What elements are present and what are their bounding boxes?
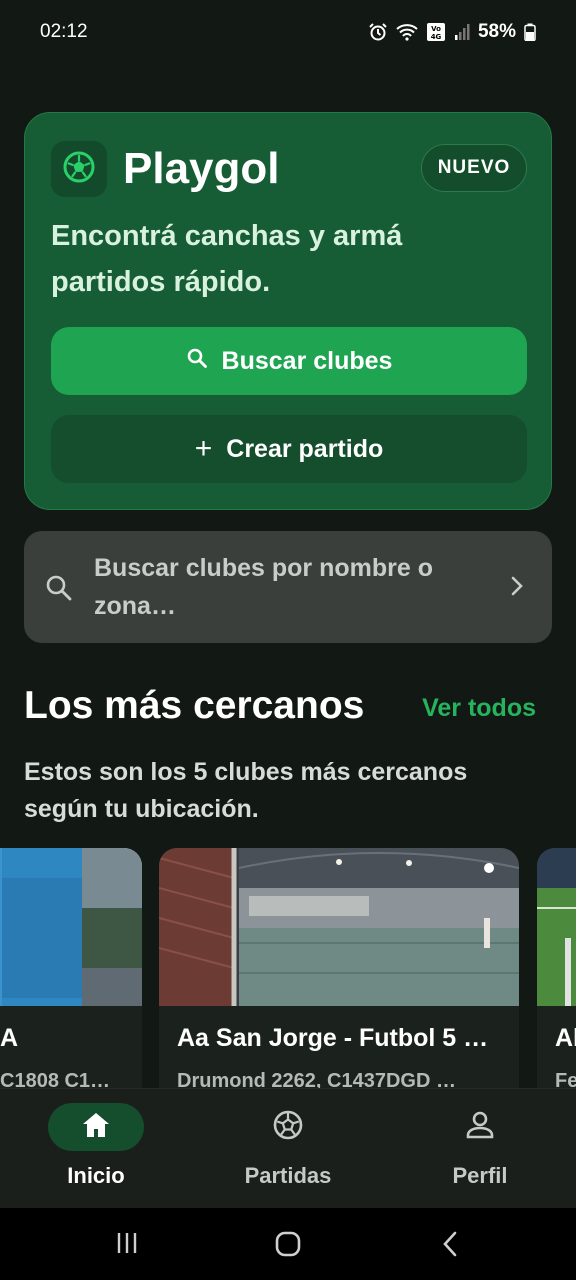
back-icon[interactable] [440,1230,460,1263]
status-icons: Vo 4G 58% [368,21,536,43]
section-subtitle: Estos son los 5 clubes más cercanos segú… [24,758,468,823]
nav-label-partidas: Partidas [244,1163,332,1188]
plus-icon: + [194,432,213,465]
nav-item-partidas[interactable]: Partidas [192,1103,384,1203]
search-icon [44,573,74,608]
new-badge: NUEVO [421,144,527,192]
system-navigation-bar [0,1208,576,1280]
nav-icon-wrapper [432,1103,528,1151]
person-icon [465,1110,495,1145]
club-address: Drumond 2262, C1437DGD … [177,1070,456,1088]
volte-icon: Vo 4G [426,22,446,42]
nav-label-perfil: Perfil [452,1163,508,1188]
svg-text:Vo: Vo [431,25,441,33]
nav-item-perfil[interactable]: Perfil [384,1103,576,1203]
chevron-right-icon [510,575,524,602]
search-clubs-button[interactable]: Buscar clubes [51,327,527,395]
section-title: Los más cercanos [24,684,365,727]
club-address: Fe [555,1070,576,1088]
hero-card: Playgol NUEVO Encontrá canchas y armá pa… [24,112,552,510]
club-card[interactable]: Aa San Jorge - Futbol 5 … Drumond 2262, … [159,848,519,1088]
nav-label-inicio: Inicio [67,1163,125,1188]
home-button-icon[interactable] [274,1230,302,1263]
status-time: 02:12 [40,21,88,42]
recent-apps-icon[interactable] [114,1230,140,1261]
home-icon [81,1111,111,1144]
soccer-ball-icon [272,1109,304,1146]
wifi-icon [396,23,418,41]
clubs-carousel[interactable]: A C1808 C1… Aa San Jorge - Futbol 5 … Dr… [0,848,576,1088]
club-photo [537,848,576,1006]
club-name: A [0,1024,19,1052]
bottom-navigation: Inicio Partidas Perfil [0,1088,576,1208]
club-photo [159,848,519,1006]
battery-icon [524,23,536,41]
app-name: Playgol [123,144,280,193]
soccer-ball-icon [62,150,96,189]
battery-level: 58% [477,21,516,42]
svg-text:4G: 4G [431,33,442,41]
alarm-icon [368,22,388,42]
signal-icon [454,23,470,41]
search-icon [186,347,208,376]
nav-icon-wrapper [240,1103,336,1151]
club-card[interactable]: Al Fe [537,848,576,1088]
app-logo [51,141,107,197]
club-name: Aa San Jorge - Futbol 5 … [177,1024,489,1052]
status-bar: 02:12 Vo 4G 58% [0,0,576,64]
club-card[interactable]: A C1808 C1… [0,848,142,1088]
club-search-bar[interactable]: Buscar clubes por nombre o zona… [24,531,552,643]
create-match-button[interactable]: + Crear partido [51,415,527,483]
hero-tagline: Encontrá canchas y armá partidos rápido. [51,220,403,298]
nav-item-inicio[interactable]: Inicio [0,1103,192,1203]
club-address: C1808 C1… [0,1070,111,1088]
search-placeholder: Buscar clubes por nombre o zona… [94,554,433,620]
club-name: Al [555,1024,576,1052]
club-photo [0,848,142,1006]
search-clubs-label: Buscar clubes [221,346,393,375]
nav-active-indicator [48,1103,144,1151]
see-all-link[interactable]: Ver todos [422,694,536,723]
create-match-label: Crear partido [226,434,384,463]
